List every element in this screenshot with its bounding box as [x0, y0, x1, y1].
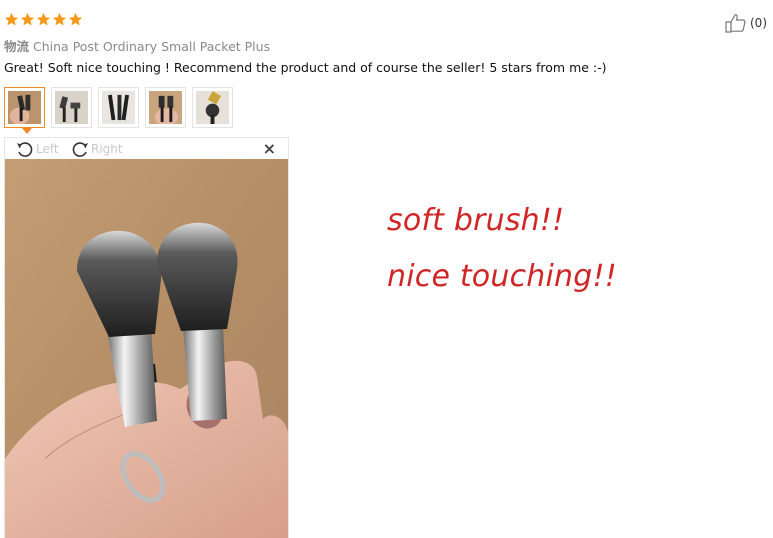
rotate-right-button[interactable]: Right — [70, 139, 123, 159]
annotation-line-2: nice touching!! — [387, 259, 617, 294]
annotation-line-1: soft brush!! — [387, 203, 565, 238]
likes-count: (0) — [750, 16, 767, 30]
rotate-right-icon — [72, 142, 88, 157]
viewer-toolbar: Left Right × — [5, 138, 288, 160]
thumbnail-photo-5[interactable] — [192, 87, 233, 128]
rotate-left-icon — [17, 142, 33, 157]
thumbnail-photo-3[interactable] — [98, 87, 139, 128]
rotate-left-label: Left — [36, 142, 59, 156]
thumbnail-photo-1[interactable] — [4, 87, 45, 134]
thumbs-up-icon[interactable] — [724, 12, 748, 34]
image-viewer: Left Right × — [4, 137, 289, 538]
rotate-left-button[interactable]: Left — [15, 139, 59, 159]
star-rating — [4, 12, 83, 30]
star-icon — [4, 12, 19, 26]
rotate-right-label: Right — [91, 142, 123, 156]
thumbnail-image — [196, 91, 229, 124]
review-photo — [5, 159, 288, 538]
logistics-info: 物流 China Post Ordinary Small Packet Plus — [4, 36, 270, 55]
star-icon — [68, 12, 83, 26]
star-icon — [52, 12, 67, 26]
thumbnail-photo-2[interactable] — [51, 87, 92, 128]
thumbnail-strip — [4, 87, 233, 134]
active-indicator — [22, 128, 32, 134]
logistics-value: China Post Ordinary Small Packet Plus — [33, 39, 271, 54]
review-text: Great! Soft nice touching ! Recommend th… — [4, 60, 607, 75]
logistics-label: 物流 — [4, 39, 30, 54]
thumbnail-image — [55, 91, 88, 124]
star-icon — [36, 12, 51, 26]
thumbnail-image — [8, 91, 41, 125]
close-button[interactable]: × — [263, 141, 276, 157]
helpful-button[interactable]: (0) — [724, 12, 767, 34]
thumbnail-photo-4[interactable] — [145, 87, 186, 128]
star-icon — [20, 12, 35, 26]
thumbnail-image — [149, 91, 182, 126]
thumbnail-image — [102, 91, 135, 124]
